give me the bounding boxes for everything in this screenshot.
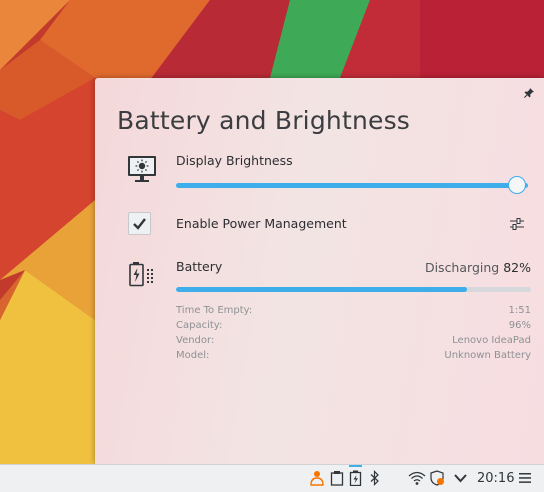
brightness-label: Display Brightness (176, 153, 293, 168)
battery-percent: 82% (503, 260, 531, 275)
battery-level-fill (176, 287, 468, 292)
brightness-slider-handle[interactable] (508, 176, 526, 194)
updates-icon[interactable] (429, 470, 445, 486)
clock[interactable]: 20:16 (477, 471, 514, 486)
menu-icon[interactable] (519, 472, 531, 484)
battery-icon[interactable] (349, 470, 363, 486)
detail-key: Vendor: (176, 335, 215, 346)
display-brightness-icon (128, 156, 156, 182)
clipboard-icon[interactable] (330, 470, 344, 486)
pin-icon[interactable] (524, 88, 534, 98)
detail-value: Unknown Battery (444, 350, 531, 361)
detail-key: Model: (176, 350, 210, 361)
power-management-label: Enable Power Management (176, 216, 347, 231)
battery-level-bar (176, 287, 531, 292)
user-icon[interactable] (310, 470, 324, 486)
battery-status: Discharging 82% (425, 260, 531, 275)
battery-state: Discharging (424, 260, 500, 275)
detail-key: Time To Empty: (176, 305, 253, 316)
power-management-checkbox[interactable] (128, 212, 151, 235)
checkmark-icon (133, 218, 146, 230)
taskbar-panel: 20:16 (0, 464, 544, 492)
battery-label: Battery (176, 259, 223, 274)
popup-title: Battery and Brightness (117, 106, 411, 135)
power-settings-icon[interactable] (510, 217, 524, 231)
battery-charging-icon (129, 262, 153, 287)
detail-value: Lenovo IdeaPad (452, 335, 531, 346)
active-applet-indicator (349, 465, 362, 467)
expand-tray-icon[interactable] (454, 473, 467, 483)
bluetooth-icon[interactable] (369, 470, 381, 486)
battery-brightness-popup: Battery and Brightness Display Brightnes… (95, 78, 544, 464)
detail-key: Capacity: (176, 320, 223, 331)
detail-value: 96% (508, 320, 531, 331)
brightness-slider[interactable] (176, 183, 528, 188)
detail-value: 1:51 (508, 305, 531, 316)
wifi-icon[interactable] (408, 470, 426, 486)
